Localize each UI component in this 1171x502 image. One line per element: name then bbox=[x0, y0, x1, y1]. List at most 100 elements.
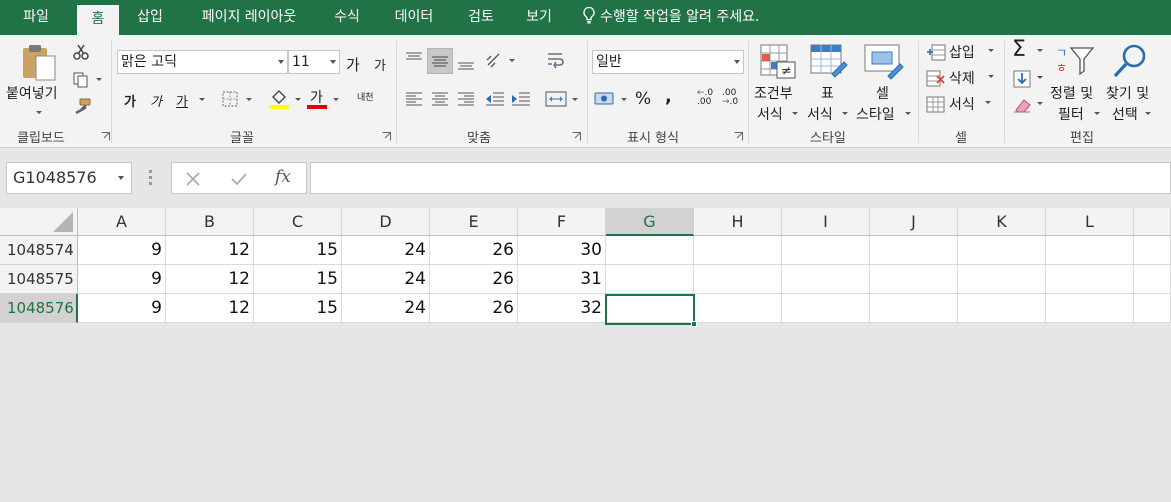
drag-handle-icon[interactable] bbox=[149, 170, 152, 186]
align-right-icon[interactable] bbox=[457, 92, 475, 106]
cell-a-1048574[interactable]: 9 bbox=[78, 236, 166, 265]
font-color-button[interactable]: 가 bbox=[310, 87, 323, 107]
clipboard-launcher-icon[interactable] bbox=[101, 132, 110, 141]
column-header-e[interactable]: E bbox=[430, 208, 518, 236]
select-all-button[interactable] bbox=[0, 208, 78, 236]
align-bottom-icon[interactable] bbox=[457, 57, 475, 71]
cell-next[interactable] bbox=[1134, 294, 1171, 323]
shrink-font-button[interactable]: 가 bbox=[374, 55, 386, 74]
phonetic-guide-button[interactable]: 내천 bbox=[357, 90, 374, 103]
decrease-decimal-button[interactable]: .00 →.0 bbox=[722, 89, 738, 107]
accounting-format-icon[interactable] bbox=[594, 90, 616, 108]
find-select-dropdown-icon[interactable] bbox=[1145, 112, 1151, 115]
cell-g-1048575[interactable] bbox=[606, 265, 694, 294]
cell-l-1048574[interactable] bbox=[1046, 236, 1134, 265]
fill-handle[interactable] bbox=[691, 321, 697, 327]
fill-icon[interactable] bbox=[1013, 70, 1031, 88]
underline-dropdown-icon[interactable] bbox=[199, 98, 205, 101]
format-cells-button[interactable]: 서식 bbox=[949, 94, 975, 114]
conditional-dropdown-icon[interactable] bbox=[792, 112, 798, 115]
cell-j-1048575[interactable] bbox=[870, 265, 958, 294]
fill-dropdown-icon[interactable] bbox=[1037, 76, 1043, 79]
find-select-icon[interactable] bbox=[1112, 42, 1150, 80]
autosum-dropdown-icon[interactable] bbox=[1037, 49, 1043, 52]
orientation-icon[interactable] bbox=[485, 50, 505, 70]
cell-k-1048575[interactable] bbox=[958, 265, 1046, 294]
column-header-b[interactable]: B bbox=[166, 208, 254, 236]
clear-dropdown-icon[interactable] bbox=[1037, 102, 1043, 105]
cell-l-1048576[interactable] bbox=[1046, 294, 1134, 323]
conditional-formatting-icon[interactable]: ≠ bbox=[760, 44, 798, 80]
copy-icon[interactable] bbox=[72, 71, 90, 89]
tab-page-layout[interactable]: 페이지 레이아웃 bbox=[186, 0, 312, 35]
cell-e-1048575[interactable]: 26 bbox=[430, 265, 518, 294]
column-header-h[interactable]: H bbox=[694, 208, 782, 236]
fill-color-icon[interactable] bbox=[268, 87, 290, 109]
tab-view[interactable]: 보기 bbox=[514, 0, 564, 35]
cell-h-1048574[interactable] bbox=[694, 236, 782, 265]
italic-button[interactable]: 가 bbox=[150, 91, 162, 110]
underline-button[interactable]: 가 bbox=[176, 91, 188, 110]
wrap-text-icon[interactable] bbox=[546, 51, 566, 71]
find-select-button[interactable]: 찾기 및 bbox=[1106, 83, 1149, 103]
tab-formulas[interactable]: 수식 bbox=[322, 0, 372, 35]
decrease-indent-icon[interactable] bbox=[485, 91, 505, 107]
cell-h-1048576[interactable] bbox=[694, 294, 782, 323]
clear-icon[interactable] bbox=[1012, 96, 1032, 114]
enter-icon[interactable] bbox=[230, 171, 248, 187]
cell-styles-button[interactable]: 셀 bbox=[876, 83, 889, 103]
delete-cells-icon[interactable] bbox=[926, 70, 946, 88]
formula-input[interactable] bbox=[310, 162, 1171, 194]
increase-indent-icon[interactable] bbox=[511, 91, 531, 107]
insert-dropdown-icon[interactable] bbox=[988, 49, 994, 52]
cell-f-1048576[interactable]: 32 bbox=[518, 294, 606, 323]
column-header-next[interactable] bbox=[1134, 208, 1171, 236]
sort-filter-icon[interactable]: ㄱㅎ bbox=[1055, 44, 1095, 78]
cell-c-1048574[interactable]: 15 bbox=[254, 236, 342, 265]
column-header-d[interactable]: D bbox=[342, 208, 430, 236]
cell-styles-dropdown-icon[interactable] bbox=[905, 112, 911, 115]
column-header-i[interactable]: I bbox=[782, 208, 870, 236]
cell-next[interactable] bbox=[1134, 236, 1171, 265]
cell-k-1048576[interactable] bbox=[958, 294, 1046, 323]
column-header-f[interactable]: F bbox=[518, 208, 606, 236]
tab-review[interactable]: 검토 bbox=[456, 0, 506, 35]
delete-dropdown-icon[interactable] bbox=[988, 75, 994, 78]
align-middle-button[interactable] bbox=[427, 48, 453, 74]
insert-function-button[interactable]: fx bbox=[275, 167, 291, 187]
cell-h-1048575[interactable] bbox=[694, 265, 782, 294]
number-format-select[interactable]: 일반 bbox=[592, 50, 744, 74]
cell-a-1048576[interactable]: 9 bbox=[78, 294, 166, 323]
name-box[interactable]: G1048576 bbox=[6, 162, 132, 194]
cell-c-1048575[interactable]: 15 bbox=[254, 265, 342, 294]
cell-d-1048575[interactable]: 24 bbox=[342, 265, 430, 294]
merge-center-icon[interactable] bbox=[545, 90, 567, 108]
format-as-table-dropdown-icon[interactable] bbox=[842, 112, 848, 115]
delete-cells-button[interactable]: 삭제 bbox=[949, 68, 975, 88]
font-color-dropdown-icon[interactable] bbox=[333, 98, 339, 101]
cell-d-1048576[interactable]: 24 bbox=[342, 294, 430, 323]
sort-filter-button[interactable]: 정렬 및 bbox=[1050, 83, 1093, 103]
cancel-icon[interactable] bbox=[185, 171, 201, 187]
cell-e-1048574[interactable]: 26 bbox=[430, 236, 518, 265]
format-painter-icon[interactable] bbox=[72, 97, 92, 115]
cell-k-1048574[interactable] bbox=[958, 236, 1046, 265]
insert-cells-icon[interactable] bbox=[926, 44, 946, 62]
align-center-icon[interactable] bbox=[431, 92, 449, 106]
cell-b-1048574[interactable]: 12 bbox=[166, 236, 254, 265]
cell-c-1048576[interactable]: 15 bbox=[254, 294, 342, 323]
cut-icon[interactable] bbox=[72, 43, 90, 61]
format-cells-icon[interactable] bbox=[926, 96, 946, 114]
cell-j-1048576[interactable] bbox=[870, 294, 958, 323]
fill-color-dropdown-icon[interactable] bbox=[295, 98, 301, 101]
alignment-launcher-icon[interactable] bbox=[572, 132, 581, 141]
paste-dropdown-icon[interactable] bbox=[36, 111, 42, 114]
percent-style-button[interactable]: % bbox=[635, 89, 651, 109]
cell-d-1048574[interactable]: 24 bbox=[342, 236, 430, 265]
sort-filter-dropdown-icon[interactable] bbox=[1094, 112, 1100, 115]
grow-font-button[interactable]: 가 bbox=[346, 54, 360, 75]
autosum-icon[interactable]: Σ bbox=[1012, 37, 1026, 62]
tab-file[interactable]: 파일 bbox=[8, 0, 64, 35]
column-header-j[interactable]: J bbox=[870, 208, 958, 236]
borders-dropdown-icon[interactable] bbox=[246, 98, 252, 101]
